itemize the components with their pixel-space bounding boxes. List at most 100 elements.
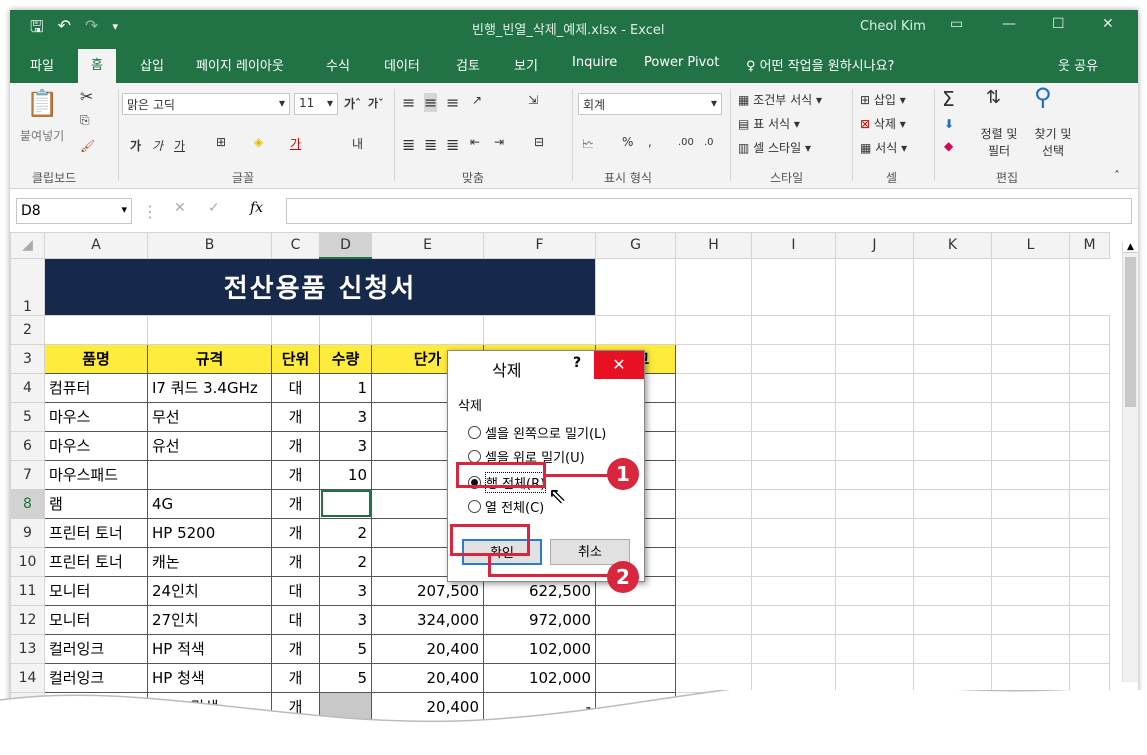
scroll-thumb[interactable] [1125,257,1136,407]
column-header[interactable]: F [483,232,596,259]
minimize-icon[interactable]: — [1002,16,1016,32]
cell-spec[interactable]: 유선 [147,430,272,461]
row-header[interactable]: 2 [10,314,45,345]
share-button[interactable]: 웃 공유 [1058,55,1098,74]
empty-cell[interactable] [913,372,992,403]
tab-power-pivot[interactable]: Power Pivot [644,55,719,70]
cell-unit[interactable]: 개 [271,633,320,664]
empty-cell[interactable] [675,401,752,432]
empty-cell[interactable] [835,662,914,693]
cell-amount[interactable]: 102,000 [483,662,596,693]
tab-insert[interactable]: 삽입 [140,55,164,74]
empty-cell[interactable] [675,430,752,461]
cell-styles-button[interactable]: ▥ 셀 스타일 ▾ [738,139,811,156]
align-middle-icon[interactable]: ≡ [424,93,438,112]
empty-cell[interactable] [751,517,836,548]
empty-cell[interactable] [991,459,1070,490]
empty-cell[interactable] [751,488,836,519]
empty-cell[interactable] [751,459,836,490]
italic-icon[interactable]: 가 [152,137,163,154]
border-icon[interactable]: ⊞ [216,135,226,149]
cell-spec[interactable] [147,459,272,490]
find-select-button[interactable]: 찾기 및 선택 [1030,125,1076,159]
header-cell[interactable]: 규격 [147,343,272,374]
increase-decimal-icon[interactable]: .00 [678,137,694,148]
empty-cell[interactable] [751,633,836,664]
tab-review[interactable]: 검토 [456,55,480,74]
cell-unit[interactable]: 개 [271,488,320,519]
empty-cell[interactable] [913,488,992,519]
empty-cell[interactable] [913,604,992,635]
row-header[interactable]: 4 [10,372,45,403]
cell-spec[interactable]: 24인치 [147,575,272,606]
format-as-table-button[interactable]: ▤ 표 서식 ▾ [738,115,800,132]
comma-icon[interactable]: , [648,135,652,149]
customize-qat-icon[interactable]: ▾ [112,16,118,43]
row-header[interactable]: 7 [10,459,45,490]
column-header[interactable]: A [44,232,148,259]
collapse-ribbon-icon[interactable]: ˆ [1114,169,1120,183]
redo-icon[interactable]: ↷ [85,16,98,43]
empty-cell[interactable] [1069,604,1110,635]
column-header[interactable]: E [371,232,484,259]
decrease-indent-icon[interactable]: ⇤ [470,135,480,149]
empty-cell[interactable] [913,662,992,693]
empty-cell[interactable] [835,372,914,403]
empty-cell[interactable] [1069,372,1110,403]
cell-quantity[interactable]: 3 [319,604,372,635]
column-header[interactable]: I [751,232,836,259]
cell-item-name[interactable]: 컬러잉크 [44,633,148,664]
row-header[interactable]: 9 [10,517,45,548]
cell-spec[interactable]: 캐논 [147,546,272,577]
tab-file[interactable]: 파일 [30,55,54,74]
tab-home[interactable]: 홈 [78,49,116,87]
font-color-icon[interactable]: 가 [290,135,301,152]
paste-button[interactable]: 붙여넣기 [20,127,64,144]
copy-icon[interactable]: ⎘ [80,113,90,128]
header-cell[interactable]: 수량 [319,343,372,374]
cell-quantity[interactable]: 3 [319,401,372,432]
cell-item-name[interactable]: 컬러잉크 [44,662,148,693]
empty-cell[interactable] [991,662,1070,693]
align-bottom-icon[interactable]: ≡ [446,93,459,112]
empty-cell[interactable] [991,401,1070,432]
cell-unit[interactable]: 대 [271,604,320,635]
format-painter-icon[interactable]: 🖌 [80,139,95,153]
column-header[interactable]: L [991,232,1070,259]
empty-cell[interactable] [1069,430,1110,461]
cell-unit[interactable]: 대 [271,372,320,403]
cell-item-name[interactable]: 모니터 [44,575,148,606]
empty-cell[interactable] [1069,517,1110,548]
empty-cell[interactable] [675,488,752,519]
header-cell[interactable]: 단위 [271,343,320,374]
tab-inquire[interactable]: Inquire [572,55,617,70]
row-header[interactable]: 12 [10,604,45,635]
font-size-select[interactable]: 11 ▾ [294,93,338,115]
cell-quantity[interactable]: 2 [319,546,372,577]
cell-quantity[interactable]: 3 [319,575,372,606]
row-header[interactable]: 3 [10,343,45,374]
tab-data[interactable]: 데이터 [384,55,420,74]
cell-item-name[interactable]: 마우스 [44,430,148,461]
column-header[interactable]: J [835,232,914,259]
column-header[interactable]: H [675,232,752,259]
row-header[interactable]: 11 [10,575,45,606]
empty-cell[interactable] [1069,401,1110,432]
empty-cell[interactable] [991,575,1070,606]
cell-spec[interactable]: 무선 [147,401,272,432]
empty-cell[interactable] [1069,459,1110,490]
cell-item-name[interactable]: 컴퓨터 [44,372,148,403]
empty-cell[interactable] [835,604,914,635]
row-header[interactable]: 6 [10,430,45,461]
increase-font-icon[interactable]: 가ˆ [344,95,361,112]
cell-quantity[interactable]: 10 [319,459,372,490]
cell-unit[interactable]: 대 [271,575,320,606]
help-button[interactable]: ? [573,355,581,371]
empty-cell[interactable] [751,401,836,432]
increase-indent-icon[interactable]: ⇥ [494,135,504,149]
tab-formulas[interactable]: 수식 [326,55,350,74]
fill-icon[interactable]: ⬇ [944,117,954,131]
underline-icon[interactable]: 가 [174,137,185,154]
scroll-up-icon[interactable]: ▲ [1123,242,1138,253]
empty-cell[interactable] [835,488,914,519]
